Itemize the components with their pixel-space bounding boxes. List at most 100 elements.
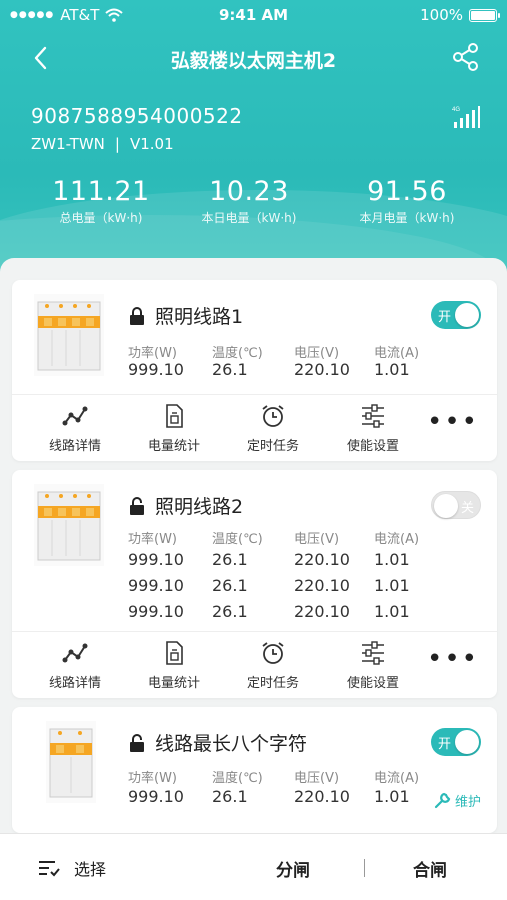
current-header: 电流(A) <box>374 771 420 786</box>
device-model-line: ZW1-TWN | V1.01 <box>31 135 174 153</box>
line-name-row: 照明线路1 <box>129 302 243 329</box>
close-breaker-button[interactable]: 合闸 <box>413 856 447 881</box>
today-energy-stat: 10.23 本日电量（kW·h) <box>169 176 329 226</box>
scheduled-task-button[interactable]: 定时任务 <box>228 403 318 454</box>
energy-stats-button[interactable]: 电量统计 <box>129 640 219 691</box>
current-header: 电流(A) <box>374 346 420 361</box>
breaker-image <box>34 294 104 376</box>
voltage-header: 电压(V) <box>294 532 340 547</box>
current-value: 1.01 <box>374 360 410 379</box>
stat-value: 91.56 <box>367 176 447 207</box>
nav-bar: 弘毅楼以太网主机2 <box>0 38 507 78</box>
power-header: 功率(W) <box>128 532 177 547</box>
current-value: 1.01 <box>374 602 410 621</box>
voltage-value: 220.10 <box>294 550 350 569</box>
temperature-value: 26.1 <box>212 602 248 621</box>
action-label: 定时任务 <box>246 676 299 691</box>
wrench-icon <box>434 792 451 808</box>
current-header: 电流(A) <box>374 532 420 547</box>
line-chart-icon <box>62 643 88 663</box>
select-label: 选择 <box>74 860 107 879</box>
action-label: 定时任务 <box>246 439 299 454</box>
document-icon <box>166 404 183 428</box>
more-icon[interactable]: ••• <box>427 646 479 672</box>
stat-label: 本月电量（kW·h) <box>359 211 455 225</box>
line-actions: 线路详情 电量统计 定时任务 使能设置 ••• <box>12 394 497 460</box>
alarm-clock-icon <box>262 405 284 427</box>
line-details-button[interactable]: 线路详情 <box>30 640 120 691</box>
line-switch-toggle[interactable]: 关 <box>431 491 481 519</box>
battery-icon <box>469 8 500 22</box>
power-value: 999.10 <box>128 550 184 569</box>
action-label: 电量统计 <box>147 676 200 691</box>
current-value: 1.01 <box>374 576 410 595</box>
lock-open-icon <box>130 496 144 515</box>
stat-label: 本日电量（kW·h) <box>201 211 297 225</box>
battery-percent: 100% <box>420 6 463 24</box>
voltage-value: 220.10 <box>294 602 350 621</box>
sliders-icon <box>362 404 384 428</box>
status-bar: ●●●●● AT&T 9:41 AM 100% <box>0 0 507 30</box>
current-value: 1.01 <box>374 550 410 569</box>
device-model: ZW1-TWN <box>31 135 105 153</box>
maintenance-button[interactable]: 维护 <box>433 791 481 810</box>
action-label: 线路详情 <box>48 439 101 454</box>
device-id: 9087588954000522 <box>31 104 243 128</box>
power-value: 999.10 <box>128 602 184 621</box>
line-card: 线路最长八个字符 开 功率(W) 温度(℃) 电压(V) 电流(A) 999.1… <box>12 707 497 833</box>
month-energy-stat: 91.56 本月电量（kW·h) <box>327 176 487 226</box>
share-icon[interactable] <box>451 42 481 72</box>
maintenance-label: 维护 <box>454 795 481 810</box>
line-switch-toggle[interactable]: 开 <box>431 301 481 329</box>
current-value: 1.01 <box>374 787 410 806</box>
divider <box>364 859 365 877</box>
line-name: 线路最长八个字符 <box>155 733 308 755</box>
line-name: 照明线路1 <box>155 306 244 328</box>
energy-stats-button[interactable]: 电量统计 <box>129 403 219 454</box>
line-list-panel: 照明线路1 开 功率(W) 温度(℃) 电压(V) 电流(A) 999.10 2… <box>0 258 507 833</box>
voltage-header: 电压(V) <box>294 771 340 786</box>
line-name-row: 照明线路2 <box>129 492 243 519</box>
stat-label: 总电量（kW·h) <box>59 211 143 225</box>
signal-strength-icon: 4G <box>452 106 480 128</box>
select-button[interactable]: 选择 <box>38 856 106 880</box>
line-card: 照明线路1 开 功率(W) 温度(℃) 电压(V) 电流(A) 999.10 2… <box>12 280 497 461</box>
line-name-row: 线路最长八个字符 <box>129 729 307 756</box>
scheduled-task-button[interactable]: 定时任务 <box>228 640 318 691</box>
document-icon <box>166 641 183 665</box>
stat-value: 10.23 <box>209 176 289 207</box>
line-card: 照明线路2 关 功率(W) 温度(℃) 电压(V) 电流(A) 999.10 2… <box>12 470 497 698</box>
action-label: 电量统计 <box>147 439 200 454</box>
more-icon[interactable]: ••• <box>427 409 479 435</box>
breaker-image <box>34 484 104 566</box>
enable-settings-button[interactable]: 使能设置 <box>328 640 418 691</box>
sliders-icon <box>362 641 384 665</box>
toggle-knob <box>455 303 479 327</box>
power-header: 功率(W) <box>128 346 177 361</box>
switch-state-label: 开 <box>438 310 452 325</box>
action-label: 使能设置 <box>346 676 399 691</box>
line-switch-toggle[interactable]: 开 <box>431 728 481 756</box>
temperature-value: 26.1 <box>212 787 248 806</box>
lock-open-icon <box>130 733 144 752</box>
total-energy-stat: 111.21 总电量（kW·h) <box>21 176 181 226</box>
action-label: 线路详情 <box>48 676 101 691</box>
power-value: 999.10 <box>128 360 184 379</box>
toggle-knob <box>434 494 458 518</box>
page-title: 弘毅楼以太网主机2 <box>170 50 337 72</box>
power-value: 999.10 <box>128 787 184 806</box>
temperature-header: 温度(℃) <box>212 771 263 786</box>
voltage-header: 电压(V) <box>294 346 340 361</box>
enable-settings-button[interactable]: 使能设置 <box>328 403 418 454</box>
svg-text:4G: 4G <box>452 107 460 113</box>
list-check-icon <box>39 861 60 877</box>
device-header: ●●●●● AT&T 9:41 AM 100% 弘毅楼以太网主机2 908758… <box>0 0 507 290</box>
power-header: 功率(W) <box>128 771 177 786</box>
temperature-header: 温度(℃) <box>212 346 263 361</box>
open-breaker-button[interactable]: 分闸 <box>276 856 310 881</box>
switch-state-label: 关 <box>460 501 474 516</box>
firmware-version: V1.01 <box>129 135 174 153</box>
switch-state-label: 开 <box>438 737 452 752</box>
line-details-button[interactable]: 线路详情 <box>30 403 120 454</box>
bottom-action-bar: 选择 分闸 合闸 <box>0 833 507 900</box>
